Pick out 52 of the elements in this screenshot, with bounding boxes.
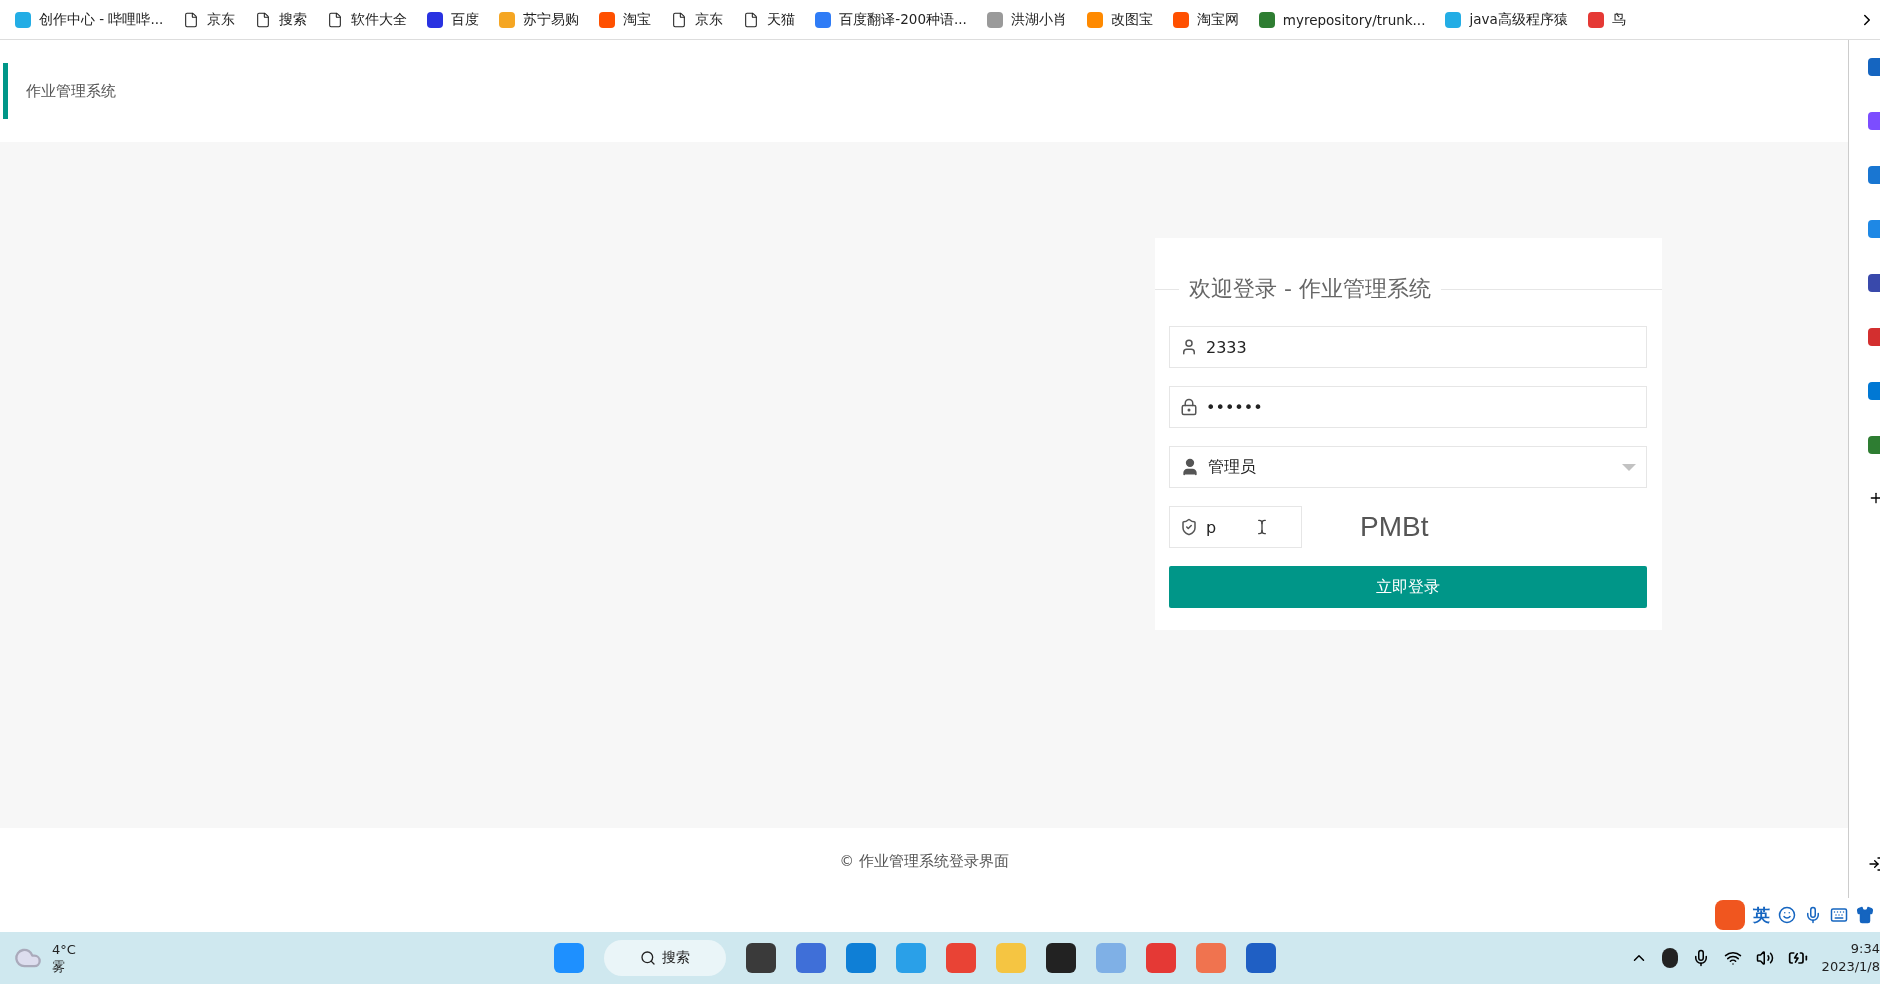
page-icon xyxy=(743,11,760,28)
bookmark[interactable]: 百度 xyxy=(418,10,489,29)
username-field[interactable]: 2333 xyxy=(1169,326,1647,368)
page-icon xyxy=(327,11,344,28)
shirt-icon[interactable] xyxy=(1856,906,1874,924)
bookmark[interactable]: 创作中心 - 哔哩哔... xyxy=(6,10,173,29)
footer-text: © 作业管理系统登录界面 xyxy=(839,852,1009,871)
plus-icon[interactable] xyxy=(1868,490,1880,506)
password-field[interactable]: •••••• xyxy=(1169,386,1647,428)
bookmark[interactable]: 改图宝 xyxy=(1077,10,1162,29)
bookmark[interactable]: 搜索 xyxy=(246,10,317,29)
captcha-code: PMBt xyxy=(1360,510,1429,544)
temperature: 4°C xyxy=(52,941,76,958)
bookmark[interactable]: 淘宝 xyxy=(590,10,661,29)
search-button[interactable]: 搜索 xyxy=(604,940,726,976)
role-select[interactable]: 管理员 xyxy=(1169,446,1647,488)
bookmark[interactable]: 淘宝网 xyxy=(1163,10,1248,29)
caret-icon xyxy=(1622,463,1636,471)
bookmark[interactable]: 软件大全 xyxy=(318,10,417,29)
page-icon xyxy=(183,11,200,28)
bookmark[interactable]: 京东 xyxy=(174,10,245,29)
captcha-field[interactable]: p xyxy=(1169,506,1302,548)
password-value: •••••• xyxy=(1206,397,1264,417)
username-value: 2333 xyxy=(1206,337,1248,357)
sign-in-icon[interactable] xyxy=(1868,856,1880,872)
keyboard-icon[interactable] xyxy=(1830,906,1848,924)
lock-icon xyxy=(1180,398,1198,416)
login-button[interactable]: 立即登录 xyxy=(1169,566,1647,608)
bookmark[interactable]: 京东 xyxy=(662,10,733,29)
bookmark[interactable]: 百度翻译-200种语... xyxy=(806,10,976,29)
bookmark[interactable]: java高级程序猿 xyxy=(1436,10,1577,29)
bookmark[interactable]: 洪湖小肖 xyxy=(977,10,1076,29)
login-heading: 欢迎登录 - 作业管理系统 xyxy=(1188,275,1432,303)
bookmark[interactable]: myrepository/trunk... xyxy=(1249,11,1435,28)
captcha-value: p xyxy=(1206,517,1217,537)
speaker-icon[interactable] xyxy=(1755,949,1774,967)
clock-date: 2023/1/8 xyxy=(1821,958,1880,976)
page-icon xyxy=(671,11,688,28)
app-title: 作业管理系统 xyxy=(3,63,116,119)
shield-check-icon xyxy=(1180,518,1198,536)
bookmark[interactable]: 鸟 xyxy=(1578,10,1635,29)
wifi-icon[interactable] xyxy=(1723,949,1742,967)
page-icon xyxy=(255,11,272,28)
search-icon xyxy=(640,950,656,966)
person-icon xyxy=(1180,457,1200,477)
ime-mode: 英 xyxy=(1753,903,1770,927)
bookmark[interactable]: 天猫 xyxy=(734,10,805,29)
clock-time: 9:34 xyxy=(1850,940,1880,958)
user-icon xyxy=(1180,338,1198,356)
weather-text: 雾 xyxy=(52,958,66,975)
bookmark[interactable]: 苏宁易购 xyxy=(490,10,589,29)
smiley-icon[interactable] xyxy=(1778,906,1796,924)
